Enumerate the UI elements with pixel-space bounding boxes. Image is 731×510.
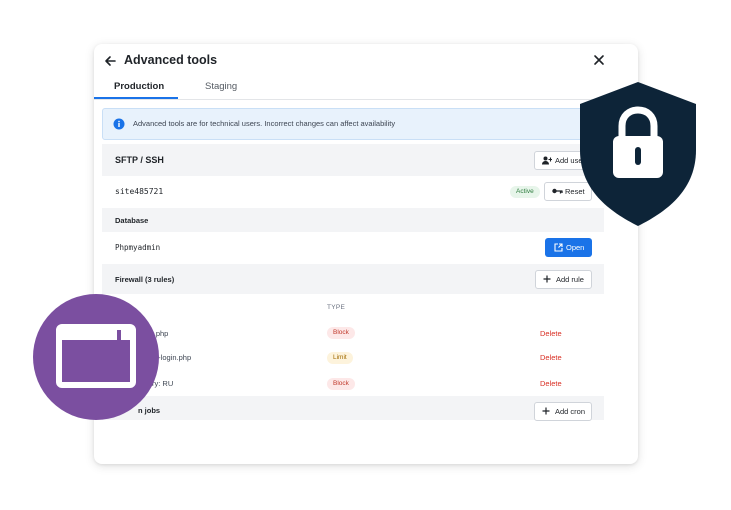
sftp-username: site485721 (115, 187, 164, 196)
add-user-icon (542, 156, 552, 165)
type-column-header: TYPE (327, 304, 346, 311)
sftp-section-header: SFTP / SSH Add user (102, 144, 604, 176)
environment-tabs: Production Staging (94, 74, 604, 100)
rule-target: b-login.php (154, 353, 192, 362)
rule-type-badge: Block (327, 378, 355, 390)
key-icon (552, 188, 563, 194)
cron-section-header: n jobs Add cron (102, 396, 604, 421)
database-row: Phpmyadmin Open (102, 232, 604, 265)
back-arrow-icon[interactable] (103, 54, 117, 68)
open-phpmyadmin-button[interactable]: Open (545, 238, 592, 257)
external-link-icon (554, 243, 563, 252)
status-badge: Active (510, 186, 540, 198)
dialog-title: Advanced tools (124, 53, 218, 67)
delete-rule-button[interactable]: Delete (540, 329, 562, 338)
add-cron-label: Add cron (555, 407, 586, 416)
active-tab-indicator (94, 97, 178, 99)
sftp-user-row: site485721 Active Reset (102, 176, 604, 209)
firewall-rule-row: b-login.php Limit Delete (102, 345, 604, 371)
close-icon[interactable] (593, 54, 605, 66)
security-shield-icon (580, 82, 696, 226)
sftp-section-title: SFTP / SSH (115, 155, 164, 165)
firewall-section-header: Firewall (3 rules) Add rule (102, 264, 604, 294)
database-section-header: Database (102, 208, 604, 232)
tab-production[interactable]: Production (114, 81, 164, 92)
add-rule-label: Add rule (556, 275, 584, 284)
firewall-table-header: TYPE (102, 294, 604, 321)
rule-type-badge: Block (327, 327, 355, 339)
tab-staging[interactable]: Staging (205, 81, 237, 92)
dialog-header: Advanced tools (94, 44, 638, 74)
add-rule-button[interactable]: Add rule (535, 270, 592, 289)
rule-type-badge: Limit (327, 352, 353, 364)
banner-text: Advanced tools are for technical users. … (133, 119, 396, 128)
plus-icon (542, 407, 550, 415)
plus-icon (543, 275, 551, 283)
delete-rule-button[interactable]: Delete (540, 353, 562, 362)
warning-banner: Advanced tools are for technical users. … (102, 108, 594, 140)
firewall-rule-row: c.php Block Delete (102, 320, 604, 346)
advanced-tools-dialog: Advanced tools Production Staging Advanc… (94, 44, 638, 464)
database-name: Phpmyadmin (115, 243, 161, 252)
open-label: Open (566, 243, 585, 252)
delete-rule-button[interactable]: Delete (540, 379, 562, 388)
firewall-section-title: Firewall (3 rules) (115, 275, 175, 284)
info-icon (113, 118, 125, 130)
add-cron-button[interactable]: Add cron (534, 402, 592, 421)
browser-window-icon (33, 294, 159, 420)
firewall-rule-row: ry: RU Block Delete (102, 370, 604, 397)
database-section-title: Database (115, 216, 149, 225)
